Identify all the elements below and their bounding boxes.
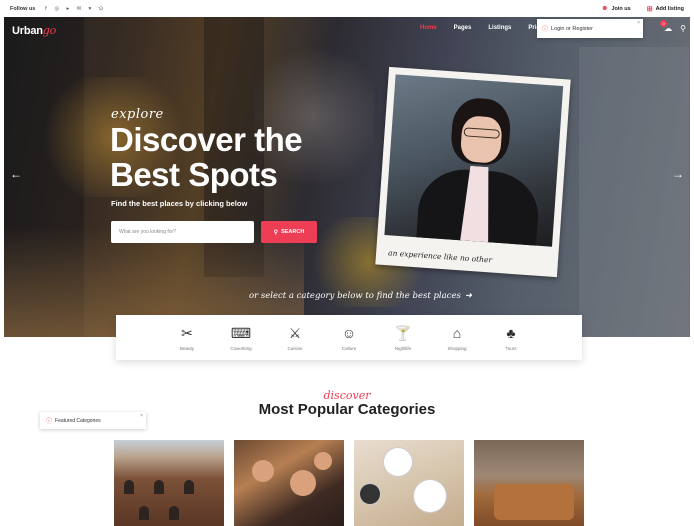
hero-tagline-text: or select a category below to find the b… <box>249 291 461 301</box>
curved-arrow-icon: ➜ <box>464 291 472 301</box>
category-card-image[interactable] <box>354 440 464 526</box>
add-listing-label: Add listing <box>655 5 684 12</box>
hero-overlay <box>4 17 690 337</box>
hero-explore-script: explore <box>111 107 164 122</box>
hero-tagline: or select a category below to find the b… <box>249 291 472 301</box>
cart-badge: 0 <box>660 20 668 27</box>
search-icon: ⚲ <box>273 229 279 236</box>
menu-item-home[interactable]: Home <box>420 25 437 31</box>
search-button[interactable]: ⚲ SEARCH <box>261 221 317 243</box>
login-register-popup[interactable]: ⓘ Login or Register × <box>537 19 643 38</box>
category-label: Nightlife <box>394 345 412 351</box>
youtube-icon[interactable]: ▸ <box>65 6 71 12</box>
category-tours[interactable]: ♣ Tours <box>491 325 531 351</box>
category-bar: ✂ Beauty ⌨ Coworking ⚔ Cuisine ☺ Culture… <box>116 315 582 360</box>
category-label: Tours <box>505 345 517 351</box>
polaroid-photo: an experience like no other <box>375 66 571 278</box>
join-us-link[interactable]: ☻ Join us <box>601 5 631 12</box>
category-card-image[interactable] <box>474 440 584 526</box>
instagram-icon[interactable]: ◎ <box>54 6 60 12</box>
hero-headline-line1: Discover the <box>110 121 303 158</box>
slider-prev-arrow[interactable]: ← <box>10 167 22 181</box>
top-bar: Follow us f ◎ ▸ ✉ ▾ ⊙ ☻ Join us ⊞ Add li… <box>0 0 694 17</box>
menu-item-pages[interactable]: Pages <box>454 25 472 31</box>
theater-masks-icon: ☺ <box>341 324 357 341</box>
logo-script: go <box>42 23 57 37</box>
pinterest-icon[interactable]: ▾ <box>87 6 93 12</box>
hero-headline-line2: Best Spots <box>110 156 278 193</box>
search-button-label: SEARCH <box>281 229 305 235</box>
category-label: Beauty <box>179 345 194 351</box>
building-window <box>139 506 149 520</box>
join-us-label: Join us <box>611 5 631 12</box>
desk-icon: ⌨ <box>230 324 252 341</box>
building-window <box>184 480 194 494</box>
category-label: Coworking <box>230 345 252 351</box>
category-cuisine[interactable]: ⚔ Cuisine <box>275 325 315 351</box>
category-shopping[interactable]: ⌂ Shopping <box>437 325 477 351</box>
crowd-figure <box>314 452 332 470</box>
category-beauty[interactable]: ✂ Beauty <box>167 325 207 351</box>
hero-headline: Discover the Best Spots <box>110 121 303 193</box>
polaroid-caption: an experience like no other <box>387 248 493 265</box>
category-coworking[interactable]: ⌨ Coworking <box>221 325 261 351</box>
category-label: Shopping <box>447 345 467 351</box>
building-window <box>154 480 164 494</box>
crowd-figure <box>252 460 274 482</box>
twitter-icon[interactable]: ✉ <box>76 6 82 12</box>
close-icon[interactable]: × <box>637 20 640 26</box>
crowd-figure <box>290 470 316 496</box>
cart-icon[interactable]: ☁ 0 <box>660 20 672 33</box>
close-icon[interactable]: × <box>140 413 143 419</box>
storefront-icon: ⌂ <box>452 324 462 341</box>
building-window <box>124 480 134 494</box>
follow-us-label: Follow us <box>10 5 36 12</box>
food-plate <box>384 448 412 476</box>
trees-icon: ♣ <box>506 324 516 341</box>
facebook-icon[interactable]: f <box>43 6 49 12</box>
leather-sofa <box>494 484 574 520</box>
category-card-image[interactable] <box>114 440 224 526</box>
woman-portrait-image <box>384 74 564 247</box>
category-label: Culture <box>341 345 357 351</box>
featured-categories-popup[interactable]: ⓘ Featured Categories × <box>40 412 146 429</box>
portrait-face <box>459 115 503 164</box>
search-input[interactable] <box>111 221 254 243</box>
cocktail-icon: 🍸 <box>394 324 412 341</box>
hero-subtitle: Find the best places by clicking below <box>111 199 248 208</box>
user-icon: ☻ <box>601 5 609 12</box>
scissors-icon: ✂ <box>181 324 193 341</box>
add-listing-link[interactable]: ⊞ Add listing <box>647 5 684 13</box>
site-logo[interactable]: Urbango <box>12 24 56 37</box>
coffee-cup <box>360 484 380 504</box>
vk-icon[interactable]: ⊙ <box>98 6 104 12</box>
category-culture[interactable]: ☺ Culture <box>329 325 369 351</box>
info-icon: ⓘ <box>46 419 53 425</box>
search-icon[interactable]: ⚲ <box>680 24 686 33</box>
hero-section: Urbango Home Pages Listings Pricing ☁0 ⚲… <box>4 17 690 337</box>
category-nightlife[interactable]: 🍸 Nightlife <box>383 325 423 351</box>
cutlery-icon: ⚔ <box>288 324 302 341</box>
building-window <box>169 506 179 520</box>
featured-categories-label: Featured Categories <box>55 417 101 424</box>
category-label: Cuisine <box>287 345 303 351</box>
slider-next-arrow[interactable]: → <box>672 167 684 181</box>
menu-item-listings[interactable]: Listings <box>488 25 511 31</box>
info-icon: ⓘ <box>542 27 549 33</box>
food-plate <box>414 480 446 512</box>
category-card-image[interactable] <box>234 440 344 526</box>
logo-text: Urban <box>12 24 43 37</box>
nav-icons: ☁ 0 ⚲ <box>656 20 686 33</box>
login-register-label: Login or Register <box>551 25 593 32</box>
plus-square-icon: ⊞ <box>646 5 653 13</box>
